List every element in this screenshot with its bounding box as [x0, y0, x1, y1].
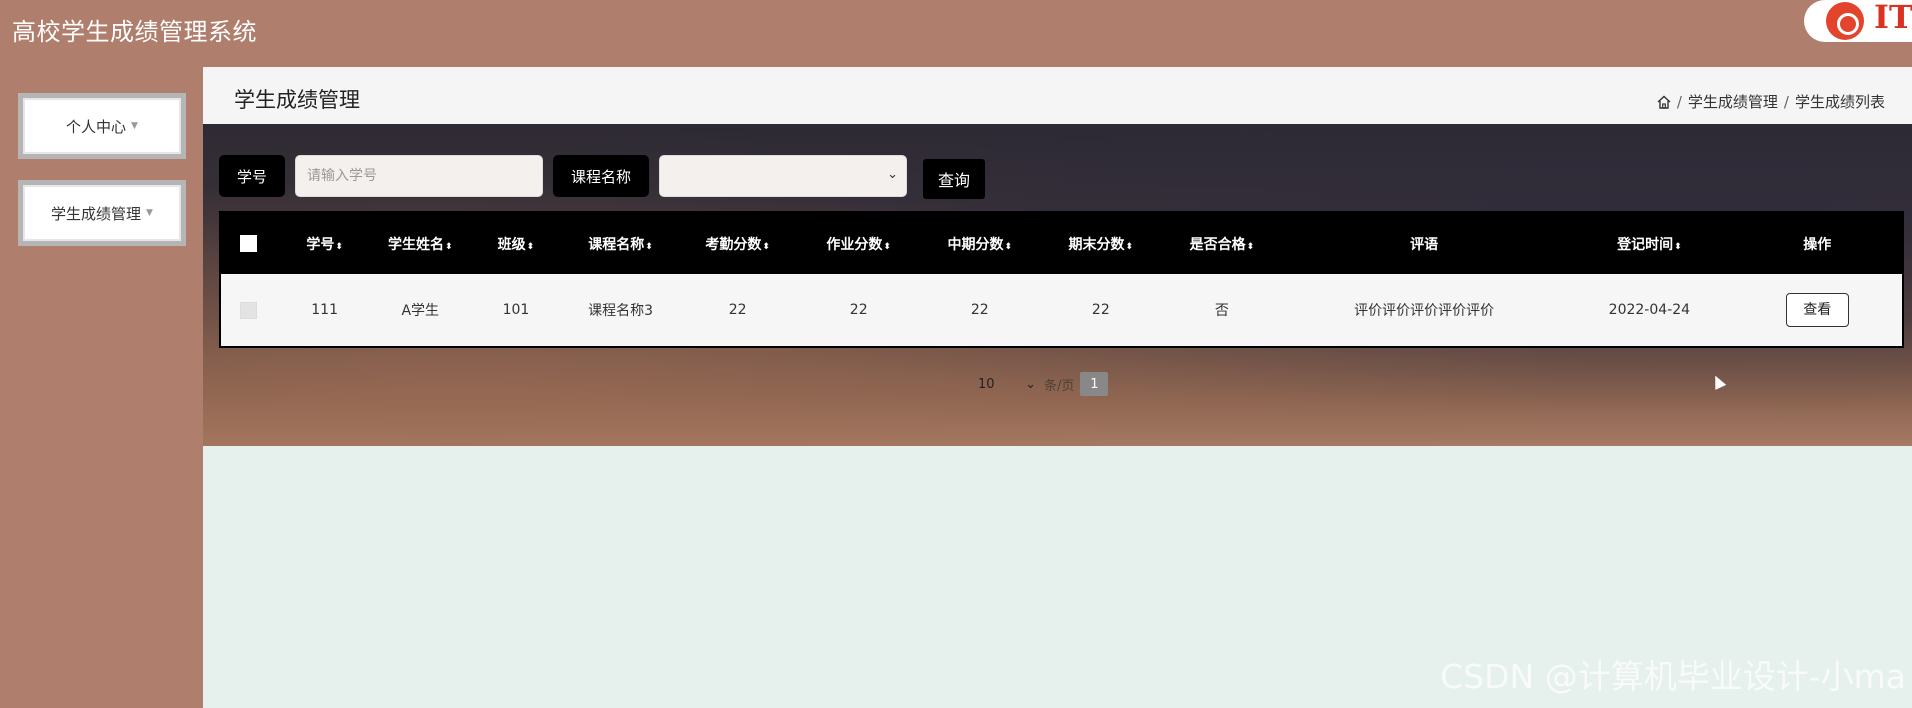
student-id-label: 学号	[219, 155, 286, 197]
cell-date: 2022-04-24	[1608, 302, 1691, 318]
chevron-down-icon: ⌄	[1025, 376, 1036, 392]
page-number-button[interactable]: 1	[1080, 372, 1109, 396]
app-title: 高校学生成绩管理系统	[12, 18, 257, 46]
sidebar-item-grade-management[interactable]: 学生成绩管理 ▼	[18, 180, 186, 246]
sort-icon: ⬍	[335, 241, 343, 252]
sort-icon: ⬍	[1125, 241, 1134, 252]
brand-chip[interactable]: IT	[1804, 0, 1912, 42]
col-student-id[interactable]: 学号⬍	[277, 234, 373, 254]
breadcrumb: / 学生成绩管理 / 学生成绩列表	[1657, 91, 1885, 112]
sort-icon: ⬍	[762, 241, 770, 252]
cell-student-name: A学生	[401, 303, 440, 319]
sort-icon: ⬍	[1004, 241, 1013, 252]
col-final[interactable]: 期末分数⬍	[1040, 234, 1162, 254]
breadcrumb-item[interactable]: 学生成绩管理	[1688, 91, 1778, 112]
sort-icon: ⬍	[645, 241, 653, 252]
query-button[interactable]: 查询	[923, 159, 986, 199]
select-all-checkbox[interactable]	[240, 235, 258, 252]
col-passed[interactable]: 是否合格⬍	[1162, 234, 1283, 254]
breadcrumb-separator: /	[1783, 92, 1789, 111]
sort-icon: ⬍	[445, 241, 453, 252]
pagination: 10 ⌄ 条/页 1	[978, 372, 1109, 396]
sidebar: 个人中心 ▼ 学生成绩管理 ▼	[0, 67, 203, 708]
page-size-value: 10	[978, 376, 995, 392]
table-header: 学号⬍ 学生姓名⬍ 班级⬍ 课程名称⬍ 考勤分数⬍ 作业分数⬍ 中期分数⬍ 期末…	[221, 213, 1902, 274]
course-name-label: 课程名称	[553, 155, 650, 197]
sort-icon: ⬍	[1246, 241, 1255, 252]
view-button[interactable]: 查看	[1785, 293, 1849, 327]
course-name-select[interactable]: ⌄	[659, 155, 908, 197]
chevron-down-icon: ⌄	[887, 167, 899, 182]
cell-student-id: 111	[311, 302, 338, 318]
sidebar-item-label: 学生成绩管理	[51, 204, 142, 223]
cell-course: 课程名称3	[588, 303, 654, 319]
page-header: 学生成绩管理 / 学生成绩管理 / 学生成绩列表	[203, 67, 1912, 124]
row-checkbox[interactable]	[240, 301, 258, 319]
caret-down-icon: ▼	[146, 208, 153, 218]
cell-final: 22	[1091, 302, 1110, 318]
col-midterm[interactable]: 中期分数⬍	[919, 234, 1040, 254]
col-course[interactable]: 课程名称⬍	[564, 234, 678, 254]
select-all-cell	[221, 235, 277, 252]
cell-homework: 22	[849, 302, 868, 318]
col-comment: 评语	[1410, 236, 1439, 253]
search-bar: 学号 课程名称 ⌄ 查询	[219, 155, 986, 199]
row-select-cell	[221, 301, 277, 319]
chrome-icon	[1826, 2, 1864, 40]
col-student-name[interactable]: 学生姓名⬍	[372, 234, 468, 254]
watermark: CSDN @计算机毕业设计-小ma	[1440, 657, 1906, 696]
breadcrumb-item: 学生成绩列表	[1794, 93, 1885, 111]
grades-table: 学号⬍ 学生姓名⬍ 班级⬍ 课程名称⬍ 考勤分数⬍ 作业分数⬍ 中期分数⬍ 期末…	[219, 211, 1904, 348]
sort-icon: ⬍	[526, 241, 535, 252]
col-attendance[interactable]: 考勤分数⬍	[677, 234, 798, 254]
cell-action: 查看	[1733, 293, 1902, 327]
home-icon[interactable]	[1657, 95, 1671, 109]
sort-icon: ⬍	[1674, 241, 1682, 252]
sidebar-item-label: 个人中心	[66, 117, 127, 136]
student-id-input[interactable]	[295, 155, 544, 197]
sort-icon: ⬍	[883, 241, 891, 252]
table-row: 111 A学生 101 课程名称3 22 22 22 22 否 评价评价评价评价…	[221, 274, 1902, 346]
cell-class: 101	[502, 302, 530, 318]
per-page-label: 条/页	[1044, 378, 1075, 394]
cell-comment: 评价评价评价评价评价	[1354, 303, 1495, 319]
cell-passed: 否	[1214, 303, 1229, 319]
breadcrumb-separator: /	[1676, 92, 1682, 111]
cell-midterm: 22	[970, 302, 989, 318]
content-panel: 学号 课程名称 ⌄ 查询 学号⬍ 学生姓名⬍ 班级⬍ 课程名称⬍ 考勤分数⬍ 作…	[203, 124, 1912, 446]
top-bar: 高校学生成绩管理系统 IT	[0, 0, 1912, 67]
cell-attendance: 22	[728, 302, 747, 318]
page-size-select[interactable]: 10 ⌄	[978, 377, 1036, 392]
main-area: 学生成绩管理 / 学生成绩管理 / 学生成绩列表 学号 课程名称 ⌄ 查询 学号	[203, 67, 1912, 708]
col-class[interactable]: 班级⬍	[468, 234, 564, 254]
col-action: 操作	[1803, 236, 1832, 253]
brand-text: IT	[1874, 0, 1912, 36]
page-title: 学生成绩管理	[234, 88, 360, 112]
col-date[interactable]: 登记时间⬍	[1566, 234, 1732, 254]
sidebar-item-personal-center[interactable]: 个人中心 ▼	[18, 93, 186, 159]
col-homework[interactable]: 作业分数⬍	[798, 234, 920, 254]
caret-down-icon: ▼	[131, 121, 138, 131]
